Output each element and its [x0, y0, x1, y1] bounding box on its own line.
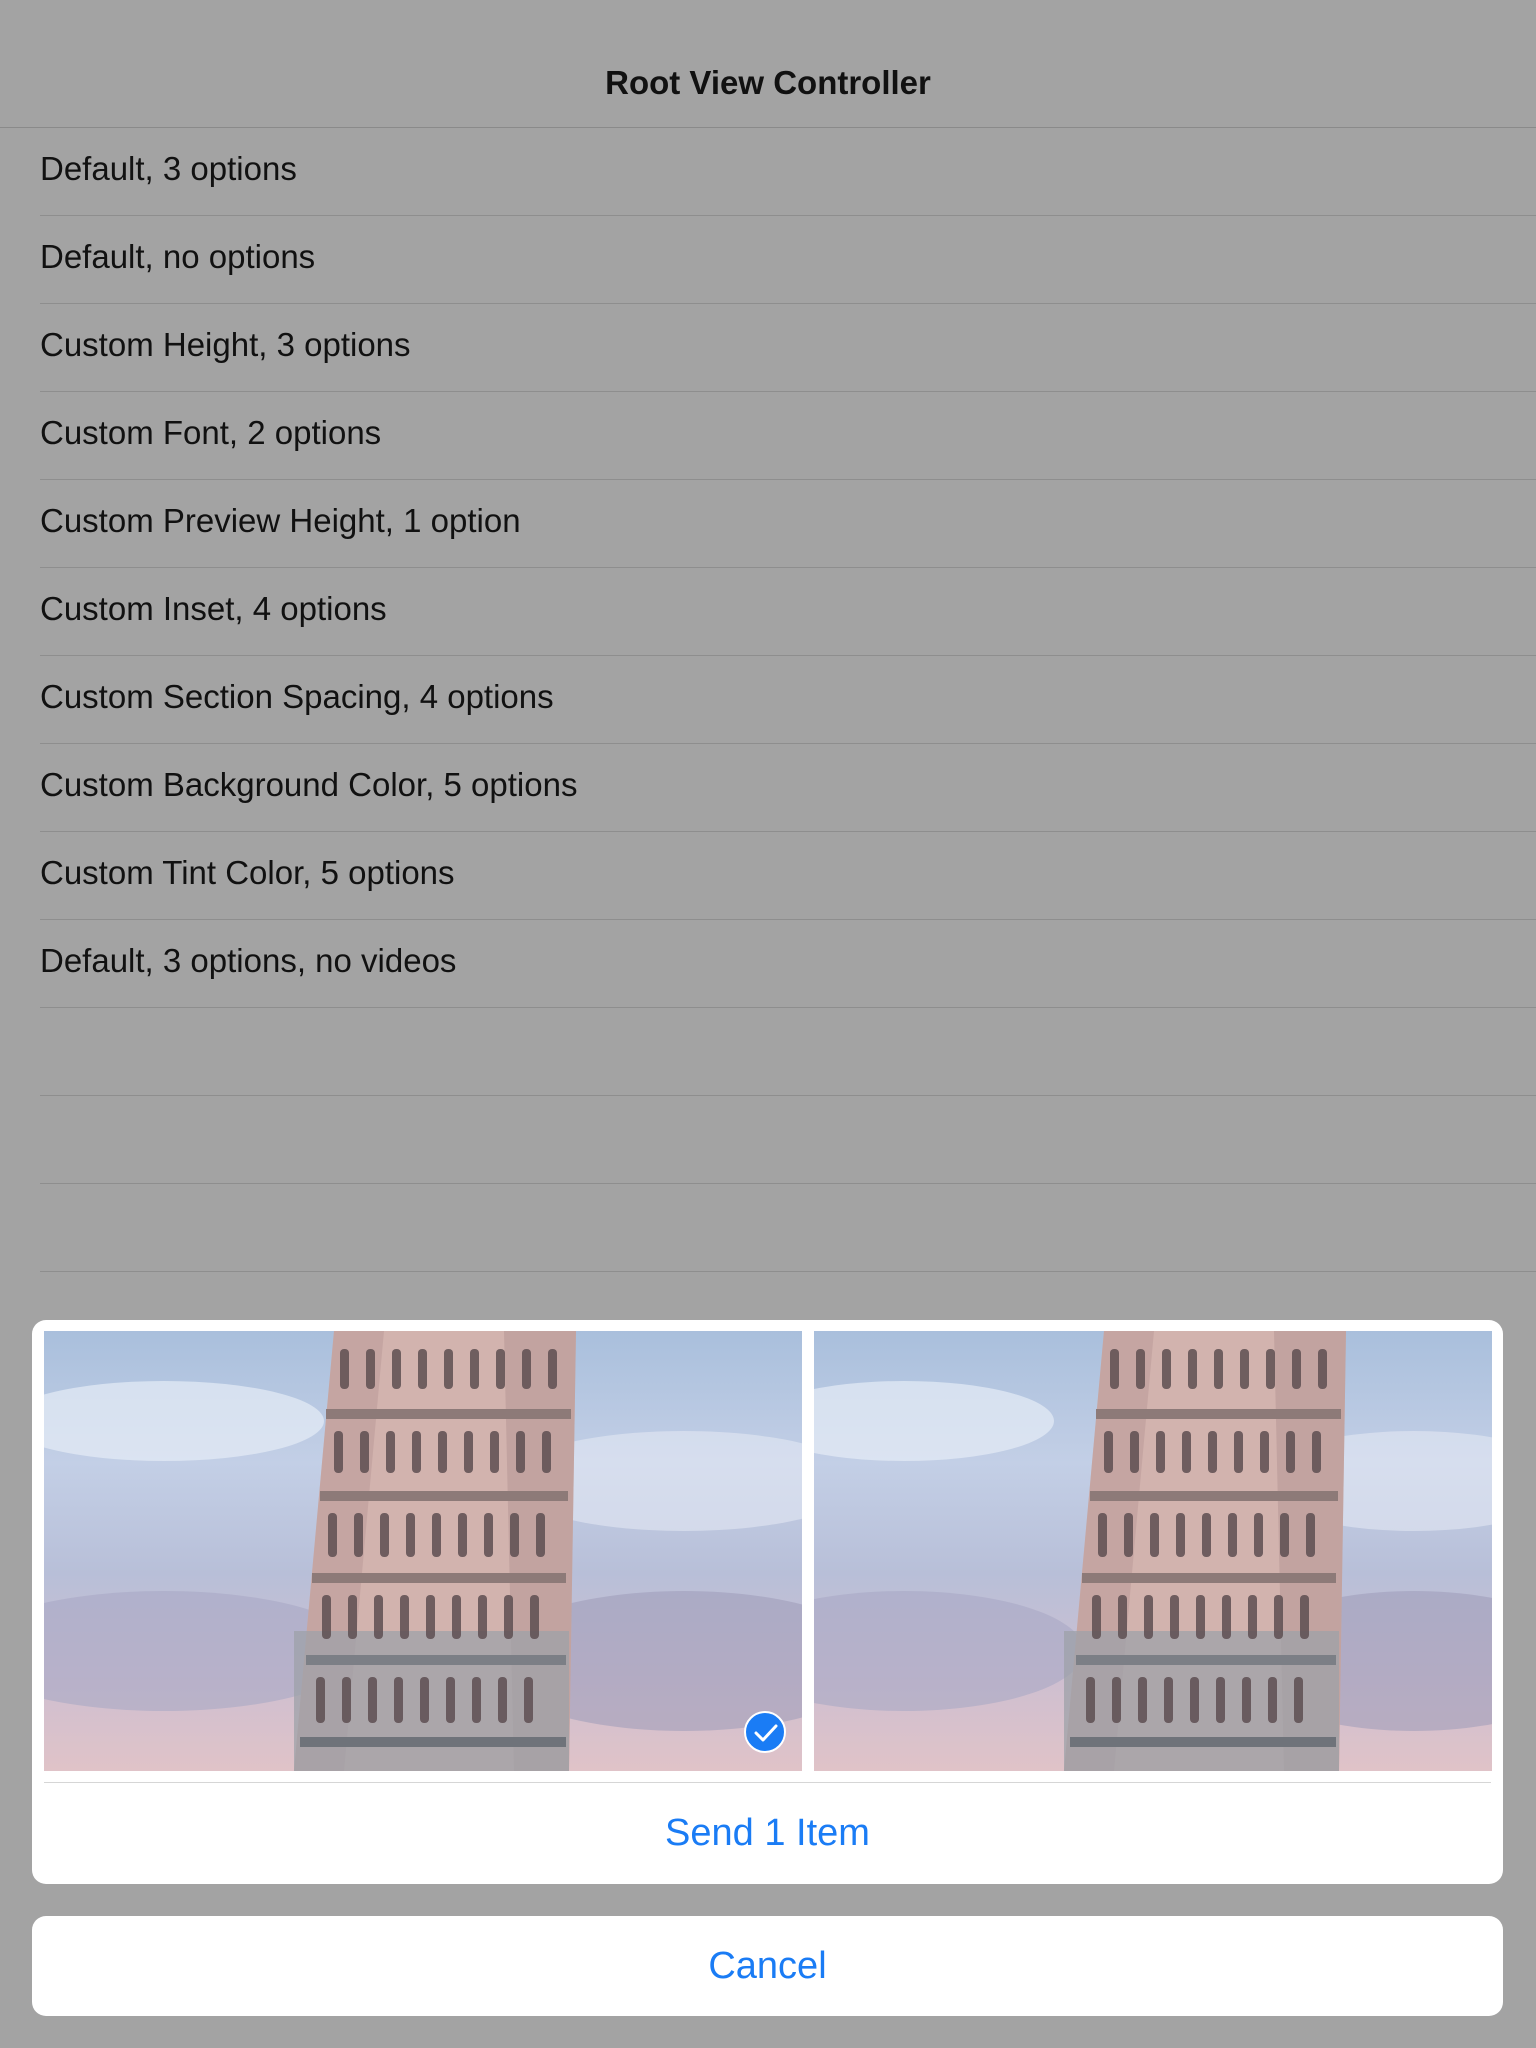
- table-row[interactable]: Custom Inset, 4 options: [0, 568, 1536, 656]
- table-row[interactable]: Custom Height, 3 options: [0, 304, 1536, 392]
- navigation-bar: Root View Controller: [0, 0, 1536, 128]
- leaning-tower-photo: [814, 1331, 1492, 1771]
- table-row[interactable]: Custom Background Color, 5 options: [0, 744, 1536, 832]
- photo-preview-strip[interactable]: [44, 1331, 1492, 1771]
- row-label: Custom Background Color, 5 options: [40, 766, 578, 803]
- empty-table-row: [0, 1184, 1536, 1272]
- checkmark-icon: [744, 1711, 786, 1753]
- row-label: Default, no options: [40, 238, 316, 275]
- row-label: Custom Height, 3 options: [40, 326, 411, 363]
- table-row[interactable]: Default, 3 options: [0, 128, 1536, 216]
- send-button[interactable]: Send 1 Item: [32, 1783, 1503, 1884]
- photo-thumbnail-selected[interactable]: [44, 1331, 802, 1771]
- row-label: Custom Tint Color, 5 options: [40, 854, 455, 891]
- table-row[interactable]: Custom Font, 2 options: [0, 392, 1536, 480]
- image-picker-sheet: Send 1 Item: [32, 1320, 1503, 1884]
- empty-table-row: [0, 1096, 1536, 1184]
- row-label: Default, 3 options, no videos: [40, 942, 457, 979]
- empty-table-row: [0, 1008, 1536, 1096]
- options-table: Default, 3 options Default, no options C…: [0, 128, 1536, 1272]
- row-label: Custom Preview Height, 1 option: [40, 502, 521, 539]
- table-row[interactable]: Default, 3 options, no videos: [0, 920, 1536, 1008]
- row-label: Custom Font, 2 options: [40, 414, 382, 451]
- cancel-button[interactable]: Cancel: [32, 1916, 1503, 2016]
- table-row[interactable]: Default, no options: [0, 216, 1536, 304]
- leaning-tower-photo: [44, 1331, 802, 1771]
- row-label: Default, 3 options: [40, 150, 297, 187]
- table-row[interactable]: Custom Section Spacing, 4 options: [0, 656, 1536, 744]
- page-title: Root View Controller: [605, 64, 931, 101]
- row-label: Custom Section Spacing, 4 options: [40, 678, 554, 715]
- row-label: Custom Inset, 4 options: [40, 590, 387, 627]
- table-row[interactable]: Custom Preview Height, 1 option: [0, 480, 1536, 568]
- table-row[interactable]: Custom Tint Color, 5 options: [0, 832, 1536, 920]
- photo-thumbnail[interactable]: [814, 1331, 1492, 1771]
